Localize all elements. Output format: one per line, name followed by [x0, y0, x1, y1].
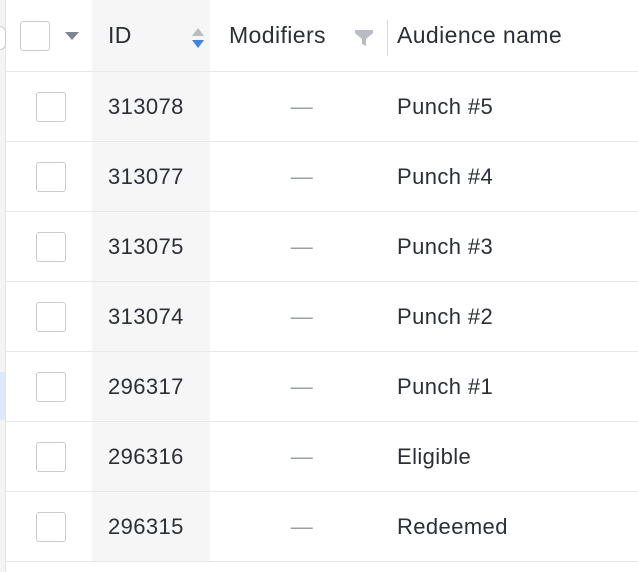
- row-checkbox[interactable]: [36, 231, 66, 262]
- row-modifiers: —: [216, 422, 388, 491]
- selected-row-indicator: [0, 372, 5, 420]
- row-id: 313075: [108, 233, 184, 259]
- row-select-cell: [6, 422, 98, 491]
- row-audience-name[interactable]: Punch #2: [388, 282, 638, 351]
- column-header-audience-name[interactable]: Audience name: [388, 0, 638, 71]
- row-id: 296317: [108, 373, 184, 399]
- empty-value-dash: —: [290, 513, 314, 539]
- table-row[interactable]: 296317 — Punch #1: [6, 352, 638, 422]
- empty-value-dash: —: [290, 93, 314, 119]
- row-checkbox[interactable]: [36, 441, 66, 472]
- row-select-cell: [6, 72, 98, 141]
- row-audience-name[interactable]: Punch #5: [388, 72, 638, 141]
- row-select-cell: [6, 212, 98, 281]
- row-modifiers: —: [216, 142, 388, 211]
- select-all-cell: [6, 0, 98, 71]
- row-checkbox[interactable]: [36, 161, 66, 192]
- row-select-cell: [6, 142, 98, 211]
- empty-value-dash: —: [290, 373, 314, 399]
- caret-down-icon[interactable]: [65, 31, 79, 40]
- filter-icon[interactable]: [354, 28, 374, 48]
- table-row[interactable]: 313078 — Punch #5: [6, 72, 638, 142]
- row-modifiers: —: [216, 282, 388, 351]
- row-modifiers: —: [216, 352, 388, 421]
- table-row[interactable]: 313074 — Punch #2: [6, 282, 638, 352]
- table-row[interactable]: 296315 — Redeemed: [6, 492, 638, 562]
- row-select-cell: [6, 352, 98, 421]
- table-header: ID Modifiers Audience name: [6, 0, 638, 72]
- row-modifiers: —: [216, 72, 388, 141]
- row-id: 313074: [108, 303, 184, 329]
- audiences-table: ID Modifiers Audience name 313078 — Punc…: [6, 0, 638, 562]
- empty-value-dash: —: [290, 303, 314, 329]
- empty-value-dash: —: [290, 163, 314, 189]
- table-row[interactable]: 313077 — Punch #4: [6, 142, 638, 212]
- column-header-id-label: ID: [108, 22, 132, 48]
- row-modifiers: —: [216, 492, 388, 561]
- table-row[interactable]: 313075 — Punch #3: [6, 212, 638, 282]
- empty-value-dash: —: [290, 233, 314, 259]
- column-header-audience-name-label: Audience name: [397, 22, 563, 48]
- column-header-modifiers[interactable]: Modifiers: [216, 0, 388, 71]
- row-audience-name[interactable]: Eligible: [388, 422, 638, 491]
- row-audience-name[interactable]: Redeemed: [388, 492, 638, 561]
- row-checkbox[interactable]: [36, 91, 66, 122]
- row-id: 296315: [108, 513, 184, 539]
- table-row[interactable]: 296316 — Eligible: [6, 422, 638, 492]
- row-checkbox[interactable]: [36, 511, 66, 542]
- row-checkbox[interactable]: [36, 371, 66, 402]
- row-modifiers: —: [216, 212, 388, 281]
- row-audience-name[interactable]: Punch #3: [388, 212, 638, 281]
- row-audience-name[interactable]: Punch #4: [388, 142, 638, 211]
- row-select-cell: [6, 282, 98, 351]
- row-id: 313077: [108, 163, 184, 189]
- row-select-cell: [6, 492, 98, 561]
- select-all-checkbox[interactable]: [20, 20, 50, 51]
- empty-value-dash: —: [290, 443, 314, 469]
- row-id: 296316: [108, 443, 184, 469]
- row-id: 313078: [108, 93, 184, 119]
- row-audience-name[interactable]: Punch #1: [388, 352, 638, 421]
- column-header-id[interactable]: ID: [98, 0, 216, 71]
- row-checkbox[interactable]: [36, 301, 66, 332]
- column-header-modifiers-label: Modifiers: [229, 22, 326, 48]
- sort-icon[interactable]: [190, 26, 206, 50]
